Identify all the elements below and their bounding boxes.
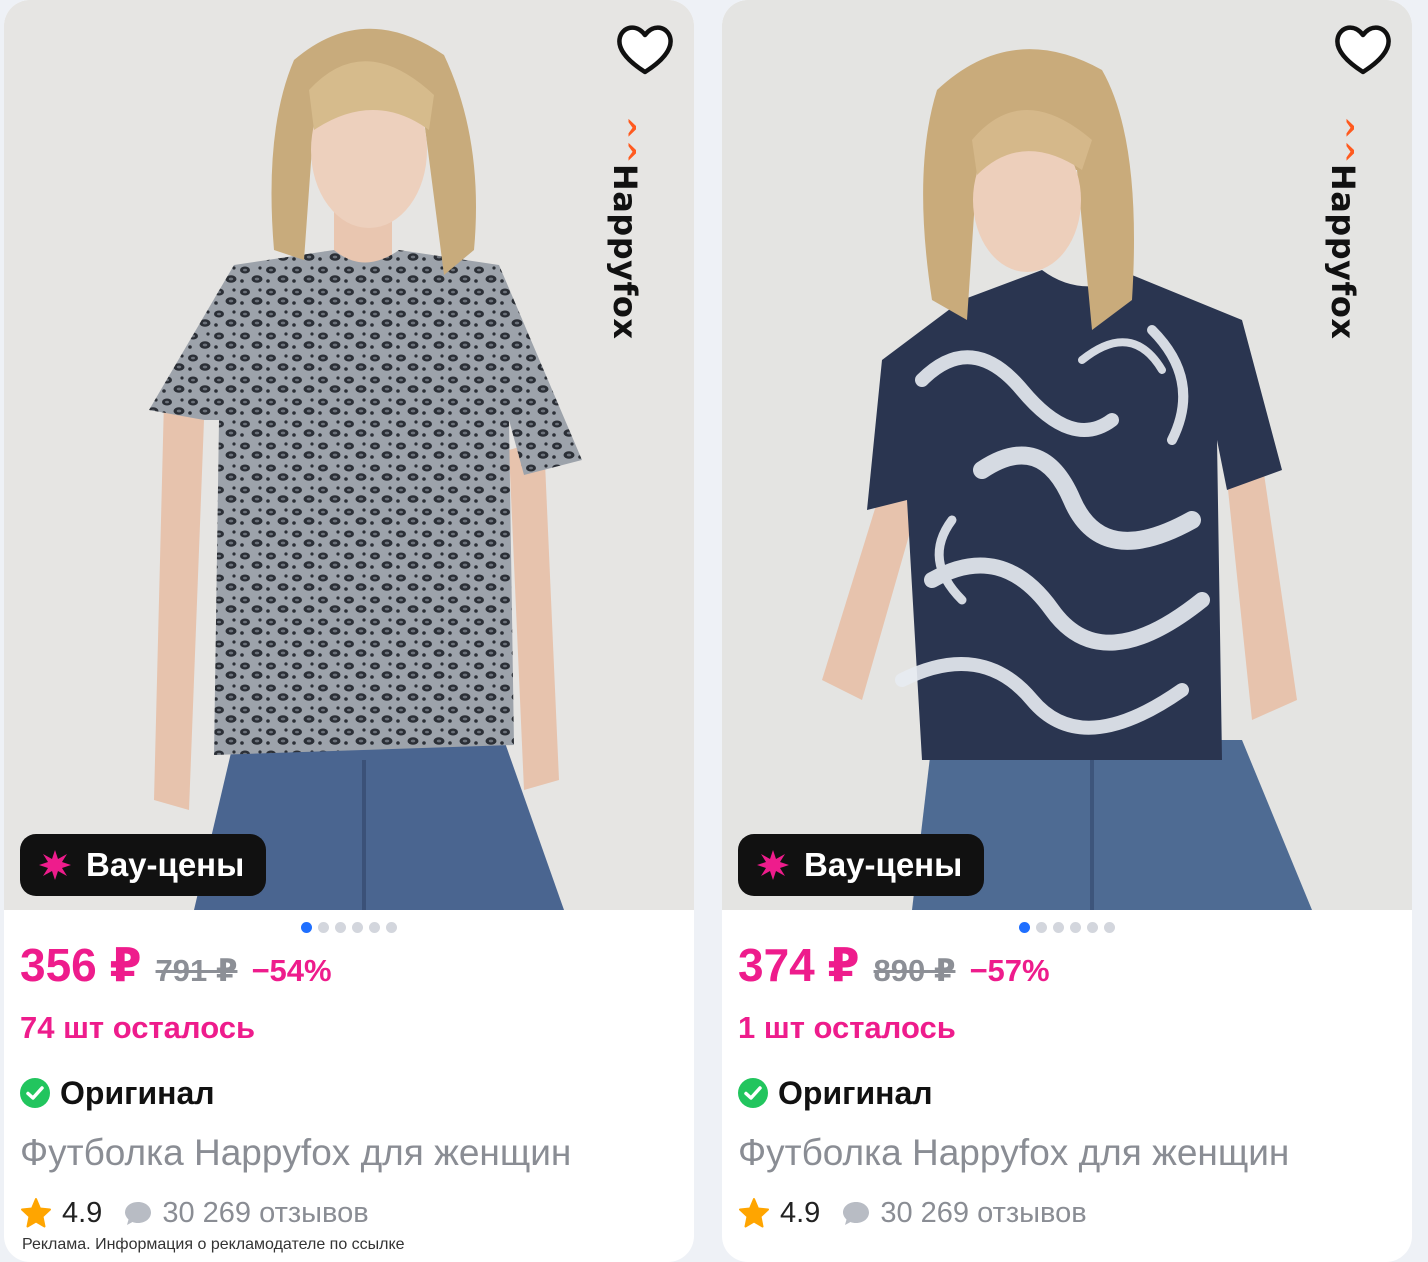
pagination-dot[interactable] [1053,922,1064,933]
price: 356 ₽ [20,939,142,991]
pagination-dot[interactable] [386,922,397,933]
reviews-count[interactable]: 30 269 отзывов [162,1197,368,1230]
orange-star-icon [21,1198,51,1228]
stock-left: 74 шт осталось [20,1010,256,1045]
rating-value: 4.9 [62,1196,103,1229]
green-check-circle-icon [738,1078,768,1108]
original-label: Оригинал [778,1074,933,1111]
reviews-count[interactable]: 30 269 отзывов [880,1197,1086,1230]
image-pagination [722,922,1412,933]
promo-badge: Вау-цены [738,834,985,896]
pagination-dot[interactable] [1019,922,1030,933]
discount: −54% [251,953,332,988]
pagination-dot[interactable] [301,922,312,933]
pagination-dot[interactable] [352,922,363,933]
pagination-dot[interactable] [1087,922,1098,933]
card-body: 374 ₽ 890 ₽ −57% 1 шт осталось Оригинал … [738,938,1396,1234]
logo-chevron-icon: ^^ [609,116,642,164]
rating-value: 4.9 [780,1196,821,1229]
promo-badge: Вау-цены [20,834,267,896]
card-body: 356 ₽ 791 ₽ −54% 74 шт осталось Оригинал… [20,938,678,1254]
price-row: 374 ₽ 890 ₽ −57% [738,938,1396,1000]
image-pagination [4,922,694,933]
pagination-dot[interactable] [369,922,380,933]
brand-logo: ^^Happyfox [606,110,644,340]
original-label-row: Оригинал [20,1070,678,1116]
discount: −57% [969,953,1050,988]
pagination-dot[interactable] [1104,922,1115,933]
pink-star-burst-icon [39,850,71,880]
original-label: Оригинал [60,1074,215,1111]
orange-star-icon [739,1198,769,1228]
pagination-dot[interactable] [318,922,329,933]
stock-left: 1 шт осталось [738,1010,956,1045]
pagination-dot[interactable] [1036,922,1047,933]
product-photo-leopard [4,0,694,910]
logo-chevron-icon: ^^ [1327,116,1360,164]
favorite-button[interactable] [614,22,676,78]
rating-row: 4.9 30 269 отзывов [20,1192,678,1234]
heart-outline-icon [1335,25,1391,75]
brand-name: Happyfox [1324,163,1362,340]
product-card[interactable]: ^^Happyfox Вау-цены 356 ₽ 791 ₽ −54% 74 … [4,0,694,1262]
ad-disclaimer[interactable]: Реклама. Информация о рекламодателе по с… [22,1236,678,1254]
speech-bubble-icon [843,1202,870,1225]
product-photo[interactable]: ^^Happyfox Вау-цены [4,0,694,910]
product-title[interactable]: Футболка Happyfox для женщин [738,1132,1396,1182]
speech-bubble-icon [125,1202,152,1225]
brand-name: Happyfox [606,163,644,340]
badge-label: Вау-цены [804,846,963,883]
brand-logo: ^^Happyfox [1324,110,1362,340]
product-photo[interactable]: ^^Happyfox Вау-цены [722,0,1412,910]
rating-row: 4.9 30 269 отзывов [738,1192,1396,1234]
product-photo-smoke [722,0,1412,910]
heart-outline-icon [617,25,673,75]
badge-label: Вау-цены [86,846,245,883]
old-price: 791 ₽ [155,953,238,988]
original-label-row: Оригинал [738,1070,1396,1116]
pagination-dot[interactable] [335,922,346,933]
product-title[interactable]: Футболка Happyfox для женщин [20,1132,678,1182]
price-row: 356 ₽ 791 ₽ −54% [20,938,678,1000]
pagination-dot[interactable] [1070,922,1081,933]
green-check-circle-icon [20,1078,50,1108]
old-price: 890 ₽ [873,953,956,988]
product-card[interactable]: ^^Happyfox Вау-цены 374 ₽ 890 ₽ −57% 1 ш… [722,0,1412,1262]
price: 374 ₽ [738,939,860,991]
pink-star-burst-icon [757,850,789,880]
favorite-button[interactable] [1332,22,1394,78]
